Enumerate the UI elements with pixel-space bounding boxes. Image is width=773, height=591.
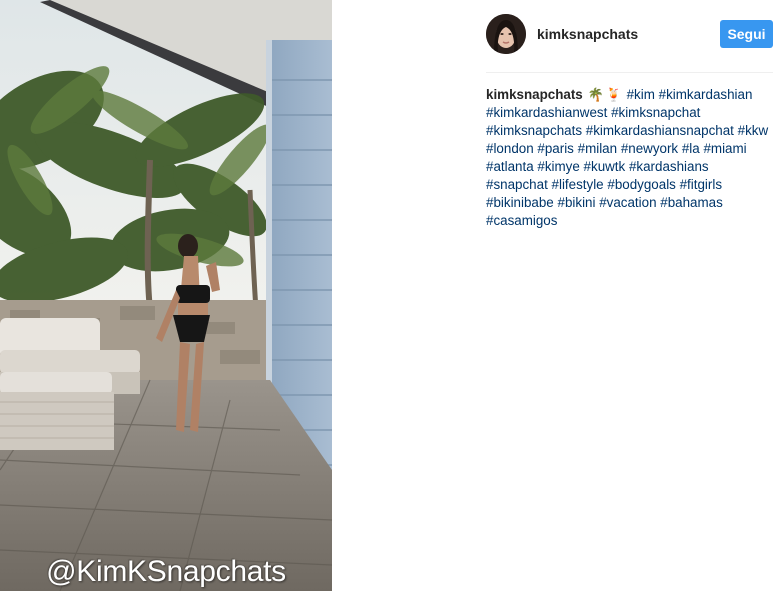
hashtag-link[interactable]: #miami bbox=[703, 141, 746, 156]
caption-username[interactable]: kimksnapchats bbox=[486, 87, 583, 102]
post-caption: kimksnapchats 🌴 🍹 #kim #kimkardashian #ki… bbox=[486, 86, 773, 230]
hashtag-link[interactable]: #kimkardashiansnapchat bbox=[586, 123, 734, 138]
hashtag-link[interactable]: #paris bbox=[537, 141, 573, 156]
hashtag-link[interactable]: #milan bbox=[578, 141, 617, 156]
hashtag-link[interactable]: #kimksnapchats bbox=[486, 123, 582, 138]
hashtag-link[interactable]: #bodygoals bbox=[607, 177, 676, 192]
caption-emoji: 🍹 bbox=[605, 87, 622, 102]
hashtag-link[interactable]: #kardashians bbox=[629, 159, 709, 174]
hashtag-link[interactable]: #fitgirls bbox=[680, 177, 722, 192]
follow-button[interactable]: Segui bbox=[720, 20, 773, 48]
hashtag-link[interactable]: #kimksnapchat bbox=[611, 105, 700, 120]
post-username[interactable]: kimksnapchats bbox=[537, 26, 638, 42]
avatar-image bbox=[486, 14, 526, 54]
post-video[interactable]: @KimKSnapchats bbox=[0, 0, 332, 591]
hashtag-link[interactable]: #kimkardashian bbox=[659, 87, 753, 102]
hashtag-link[interactable]: #london bbox=[486, 141, 534, 156]
header-divider bbox=[486, 72, 773, 73]
hashtag-link[interactable]: #atlanta bbox=[486, 159, 534, 174]
hashtag-link[interactable]: #vacation bbox=[599, 195, 656, 210]
hashtag-link[interactable]: #kimye bbox=[537, 159, 579, 174]
hashtag-link[interactable]: #bikini bbox=[558, 195, 596, 210]
hashtag-link[interactable]: #kimkardashianwest bbox=[486, 105, 607, 120]
hashtag-link[interactable]: #casamigos bbox=[486, 213, 557, 228]
hashtag-link[interactable]: #kuwtk bbox=[584, 159, 626, 174]
hashtag-link[interactable]: #kim bbox=[627, 87, 655, 102]
video-watermark: @KimKSnapchats bbox=[46, 555, 286, 588]
hashtag-link[interactable]: #la bbox=[682, 141, 700, 156]
profile-avatar-icon[interactable] bbox=[486, 14, 526, 54]
post-details-panel: kimksnapchats Segui kimksnapchats 🌴 🍹 #ki… bbox=[332, 0, 773, 591]
hashtag-link[interactable]: #kkw bbox=[738, 123, 769, 138]
caption-emojis: 🌴 🍹 bbox=[587, 87, 623, 102]
hashtag-link[interactable]: #newyork bbox=[621, 141, 678, 156]
caption-emoji: 🌴 bbox=[587, 87, 604, 102]
video-frame bbox=[0, 0, 332, 591]
hashtag-link[interactable]: #bahamas bbox=[660, 195, 723, 210]
caption-hashtags: #kim #kimkardashian #kimkardashianwest #… bbox=[486, 87, 768, 228]
hashtag-link[interactable]: #bikinibabe bbox=[486, 195, 554, 210]
hashtag-link[interactable]: #snapchat bbox=[486, 177, 548, 192]
hashtag-link[interactable]: #lifestyle bbox=[552, 177, 604, 192]
post-header: kimksnapchats Segui bbox=[486, 14, 773, 54]
